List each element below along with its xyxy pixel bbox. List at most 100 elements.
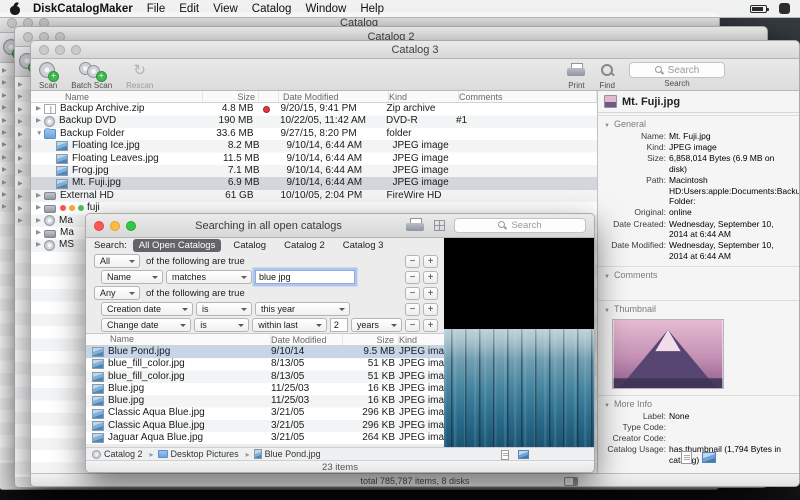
find-button[interactable]: Find: [599, 61, 615, 90]
cell-date-modified: 11/25/03: [271, 382, 310, 394]
cell-name: External HD: [60, 189, 114, 201]
disclosure-triangle-icon[interactable]: ▶: [31, 215, 44, 227]
operator-popup[interactable]: is: [196, 302, 252, 316]
scope-catalog3[interactable]: Catalog 3: [337, 239, 390, 252]
menu-help[interactable]: Help: [360, 3, 384, 15]
cell-comments: #1: [456, 115, 468, 127]
table-row[interactable]: ▶ Backup Archive.zip 4.8 MB 9/20/15, 9:4…: [31, 103, 597, 115]
batch-scan-button[interactable]: Batch Scan: [71, 61, 112, 90]
group-operator-popup[interactable]: All: [94, 254, 140, 268]
scan-button[interactable]: Scan: [39, 61, 60, 90]
field-value: 6,858,014 Bytes (6.9 MB on disk): [669, 153, 775, 174]
search-input[interactable]: Search: [454, 218, 586, 233]
cell-date-modified: 9/27/15, 8:20 PM: [280, 127, 357, 139]
field-label: Type Code:: [622, 422, 666, 433]
column-header-size[interactable]: Size: [343, 334, 399, 345]
chevron-down-icon: [604, 119, 610, 129]
breadcrumb-item[interactable]: Catalog 2: [92, 449, 158, 459]
cell-size: 51 KB: [367, 370, 395, 382]
field-label: Label:: [642, 411, 666, 421]
column-header-kind[interactable]: Kind: [389, 91, 459, 102]
disclosure-triangle-icon[interactable]: ▶: [31, 239, 44, 251]
section-more-info[interactable]: More Info: [598, 395, 799, 411]
remove-rule-button[interactable]: −: [405, 270, 420, 284]
print-icon[interactable]: [406, 218, 424, 233]
search-term-input[interactable]: [255, 270, 355, 284]
unit-popup[interactable]: years: [350, 318, 402, 332]
value-popup[interactable]: this year: [255, 302, 350, 316]
disclosure-triangle-icon[interactable]: ▼: [31, 128, 44, 140]
operator-popup[interactable]: is: [194, 318, 250, 332]
range-popup[interactable]: within last: [252, 318, 327, 332]
rescan-button[interactable]: ↻ Rescan: [126, 61, 153, 90]
file-thumbnail-icon: [604, 95, 617, 108]
remove-rule-button[interactable]: −: [405, 254, 420, 268]
table-row[interactable]: ▶ External HD 61 GB 10/10/05, 2:04 PM Fi…: [31, 190, 597, 202]
column-header-comments[interactable]: Comments: [459, 91, 597, 102]
menu-extra-icon[interactable]: [779, 3, 790, 14]
cell-size: 16 KB: [367, 395, 395, 407]
section-thumbnail[interactable]: Thumbnail: [598, 300, 799, 316]
table-row[interactable]: ▼ Backup Folder 33.6 MB 9/27/15, 8:20 PM…: [31, 128, 597, 140]
app-menu[interactable]: DiskCatalogMaker: [33, 3, 133, 15]
table-row[interactable]: Mt. Fuji.jpg 6.9 MB 9/10/14, 6:44 AM JPE…: [31, 177, 597, 190]
apple-menu-icon[interactable]: [10, 2, 21, 15]
table-row[interactable]: ▶ Backup DVD 190 MB 10/22/05, 11:42 AM D…: [31, 115, 597, 128]
close-icon[interactable]: [94, 220, 104, 231]
table-row[interactable]: Floating Ice.jpg 8.2 MB 9/10/14, 6:44 AM…: [31, 140, 597, 152]
remove-rule-button[interactable]: −: [405, 318, 420, 332]
column-header-name[interactable]: Name: [86, 334, 271, 345]
add-rule-button[interactable]: +: [423, 302, 438, 316]
cell-date-modified: 9/10/14, 6:44 AM: [286, 140, 363, 152]
info-view-icon[interactable]: [501, 449, 509, 460]
menu-window[interactable]: Window: [305, 3, 346, 15]
file-icon: [56, 153, 68, 164]
column-header-date-modified[interactable]: Date Modified: [279, 91, 389, 102]
toggle-inspector-icon[interactable]: [564, 477, 578, 486]
operator-popup[interactable]: matches: [166, 270, 252, 284]
column-header-name[interactable]: Name: [31, 91, 203, 102]
column-header-size[interactable]: Size: [203, 91, 259, 102]
attribute-popup[interactable]: Change date: [101, 318, 192, 332]
remove-rule-button[interactable]: −: [405, 302, 420, 316]
comments-area[interactable]: [598, 282, 799, 298]
attribute-popup[interactable]: Name: [101, 270, 163, 284]
remove-rule-button[interactable]: −: [405, 286, 420, 300]
section-comments[interactable]: Comments: [598, 266, 799, 282]
disclosure-triangle-icon[interactable]: ▶: [31, 202, 44, 214]
number-input[interactable]: [329, 318, 348, 332]
summary-view-icon[interactable]: [434, 220, 445, 231]
preview-view-icon[interactable]: [518, 450, 529, 459]
add-rule-button[interactable]: +: [423, 318, 438, 332]
disclosure-triangle-icon[interactable]: ▶: [31, 227, 44, 239]
cell-date-modified: 8/13/05: [271, 358, 305, 370]
disclosure-triangle-icon[interactable]: ▶: [31, 103, 44, 115]
zoom-icon[interactable]: [126, 220, 136, 231]
group-operator-popup[interactable]: Any: [94, 286, 140, 300]
menu-view[interactable]: View: [213, 3, 238, 15]
search-input[interactable]: Search: [629, 62, 725, 78]
table-row[interactable]: Frog.jpg 7.1 MB 9/10/14, 6:44 AM JPEG im…: [31, 165, 597, 177]
table-row[interactable]: Floating Leaves.jpg 11.5 MB 9/10/14, 6:4…: [31, 153, 597, 165]
minimize-icon[interactable]: [110, 220, 120, 231]
add-rule-button[interactable]: +: [423, 254, 438, 268]
battery-icon[interactable]: [750, 4, 769, 13]
preview-view-icon[interactable]: [702, 452, 716, 463]
column-header-date-modified[interactable]: Date Modified: [271, 334, 343, 345]
menu-catalog[interactable]: Catalog: [252, 3, 292, 15]
add-rule-button[interactable]: +: [423, 270, 438, 284]
info-view-icon[interactable]: [681, 451, 692, 464]
disclosure-triangle-icon[interactable]: ▶: [31, 190, 44, 202]
scope-catalog2[interactable]: Catalog 2: [278, 239, 331, 252]
scope-all-open-catalogs[interactable]: All Open Catalogs: [132, 239, 222, 252]
add-rule-button[interactable]: +: [423, 286, 438, 300]
menu-edit[interactable]: Edit: [179, 3, 199, 15]
section-general[interactable]: General: [598, 115, 799, 131]
attribute-popup[interactable]: Creation date: [101, 302, 193, 316]
scope-catalog[interactable]: Catalog: [227, 239, 272, 252]
print-button[interactable]: Print: [567, 61, 586, 90]
disclosure-triangle-icon[interactable]: ▶: [31, 115, 44, 127]
breadcrumb-item[interactable]: Blue Pond.jpg: [253, 449, 324, 459]
menu-file[interactable]: File: [147, 3, 166, 15]
breadcrumb-item[interactable]: Desktop Pictures: [157, 449, 254, 459]
